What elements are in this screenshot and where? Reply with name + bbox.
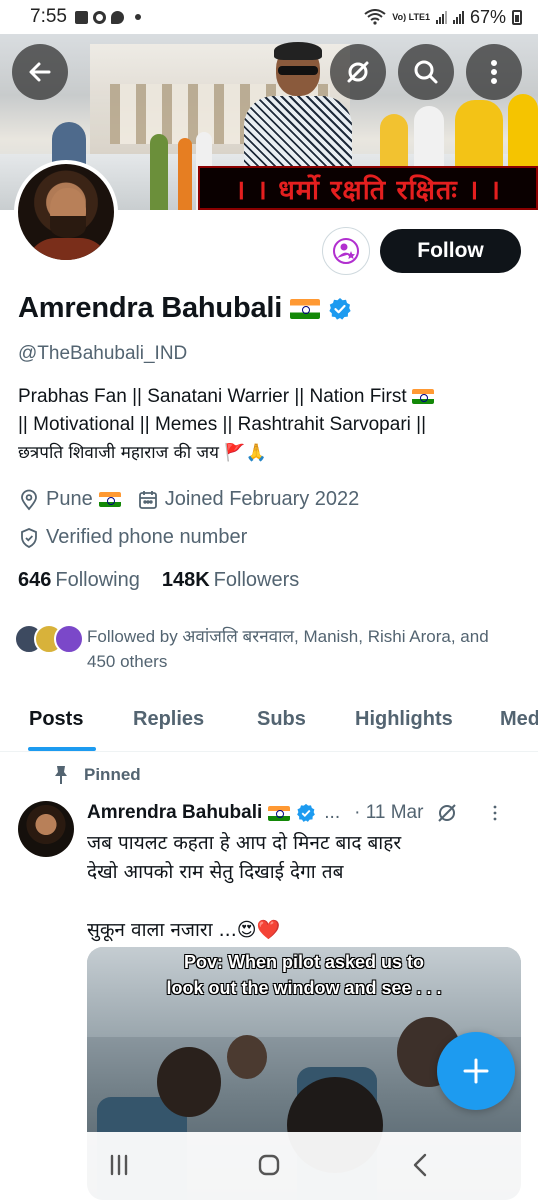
followers-link[interactable]: 148K Followers [162,569,299,592]
status-right: Vo) LTE1 67% [364,7,522,28]
back-button[interactable] [12,44,68,100]
status-time: 7:55 [30,6,67,27]
chat-notification-icon [110,10,124,24]
tweet-text: जब पायलट कहता हे आप दो मिनट बाद बाहर देख… [87,829,507,945]
india-flag-icon [268,805,291,821]
subscribe-button[interactable] [322,227,370,275]
banner-person [178,138,192,210]
active-tab-indicator [28,747,96,751]
shield-check-icon [18,527,40,549]
tweet-handle-truncated: ... [324,802,341,823]
verified-badge-icon[interactable] [328,297,352,321]
search-icon [414,60,438,84]
tweet-author-avatar[interactable] [18,801,74,857]
profile-avatar[interactable] [14,160,118,264]
subscribe-star-person-icon [333,238,359,264]
tweet-text-line-3: सुकून वाला नजारा ...😍❤️ [87,919,281,941]
status-bar: 7:55 Vo) LTE1 67% [0,0,538,34]
tweet-date[interactable]: · 11 Mar [354,802,423,824]
verified-badge-icon [297,803,316,822]
circle-notification-icon [92,10,106,24]
followers-label: Followers [213,569,300,591]
recent-apps-icon [110,1154,128,1176]
signal-1-icon [435,10,447,24]
banner-person [150,134,168,210]
india-flag-icon [98,492,121,507]
compose-button[interactable] [437,1032,515,1110]
grok-icon[interactable] [435,801,459,825]
media-caption: Pov: When pilot asked us to look out the… [87,949,521,1001]
followed-by-text[interactable]: Followed by अवांजलि बरनवाल, Manish, Rish… [87,624,517,674]
profile-name-row: Amrendra Bahubali [18,292,352,325]
following-label: Following [55,569,140,591]
media-person [227,1035,267,1079]
plus-icon [463,1058,489,1084]
india-flag-icon [411,389,434,405]
pinned-label: Pinned [84,765,141,784]
home-button[interactable] [254,1150,284,1180]
india-flag-icon [290,298,321,319]
media-caption-line-2: look out the window and see . . . [166,978,442,998]
tweet-author-name[interactable]: Amrendra Bahubali [87,802,262,824]
media-person [157,1047,221,1117]
chevron-left-icon [413,1153,427,1177]
profile-meta-row: Pune Joined February 2022 [18,488,359,511]
tab-highlights[interactable]: Highlights [355,708,453,731]
grok-icon [347,61,369,83]
profile-tabs: Posts Replies Subs Highlights Med [0,696,538,752]
media-caption-line-1: Pov: When pilot asked us to [183,952,425,972]
battery-icon [512,9,522,25]
pin-icon [55,766,67,784]
tweet-header: Amrendra Bahubali ... · 11 Mar [87,801,527,825]
checkbox-notification-icon [74,10,88,24]
home-icon [258,1154,280,1176]
followers-count: 148K [161,569,210,591]
android-nav-bar [0,1132,538,1200]
pinned-label-row: Pinned [52,765,141,785]
back-arrow-icon [29,62,51,82]
tweet-text-line-2: देखो आपको राम सेतु दिखाई देगा तब [87,861,344,883]
profile-joined: Joined February 2022 [164,488,360,510]
verified-phone-text: Verified phone number [46,526,248,548]
profile-stats: 646 Following 148K Followers [18,569,299,592]
calendar-icon [137,489,159,511]
profile-verified-phone-row[interactable]: Verified phone number [18,526,247,549]
banner-sanskrit-text: । । धर्मो रक्षति रक्षितः । । [234,174,502,206]
bio-line-3: छत्रपति शिवाजी महाराज की जय 🚩🙏 [18,443,267,463]
recent-apps-button[interactable] [104,1150,134,1180]
bio-line-1: Prabhas Fan || Sanatani Warrier || Natio… [18,386,407,407]
more-vert-icon [491,60,497,84]
more-vert-icon[interactable] [485,803,505,823]
profile-name: Amrendra Bahubali [18,292,283,324]
tab-subs[interactable]: Subs [257,708,306,731]
profile-bio: Prabhas Fan || Sanatani Warrier || Natio… [18,383,523,467]
grok-button[interactable] [330,44,386,100]
signal-2-icon [452,10,464,24]
tab-media[interactable]: Med [500,708,538,731]
network-label: Vo) LTE1 [392,11,430,22]
tab-replies[interactable]: Replies [133,708,204,731]
tweet-text-line-1: जब पायलट कहता हे आप दो मिनट बाद बाहर [87,832,402,854]
bio-line-2: || Motivational || Memes || Rashtrahit S… [18,414,427,435]
avatar [54,624,84,654]
profile-handle: @TheBahubali_IND [18,343,188,364]
battery-percent: 67% [469,6,506,27]
more-notifications-dot-icon [134,14,141,20]
location-pin-icon [18,489,40,511]
follow-button[interactable]: Follow [380,229,521,273]
following-link[interactable]: 646 Following [18,569,140,592]
search-button[interactable] [398,44,454,100]
followed-by-avatars[interactable] [14,624,84,654]
tab-posts[interactable]: Posts [29,708,83,731]
banner-sanskrit-strip: । । धर्मो रक्षति रक्षितः । । [198,166,538,210]
following-count: 646 [18,569,52,591]
profile-location: Pune [46,488,93,510]
more-options-button[interactable] [466,44,522,100]
system-back-button[interactable] [406,1150,436,1180]
wifi-icon [364,9,386,25]
